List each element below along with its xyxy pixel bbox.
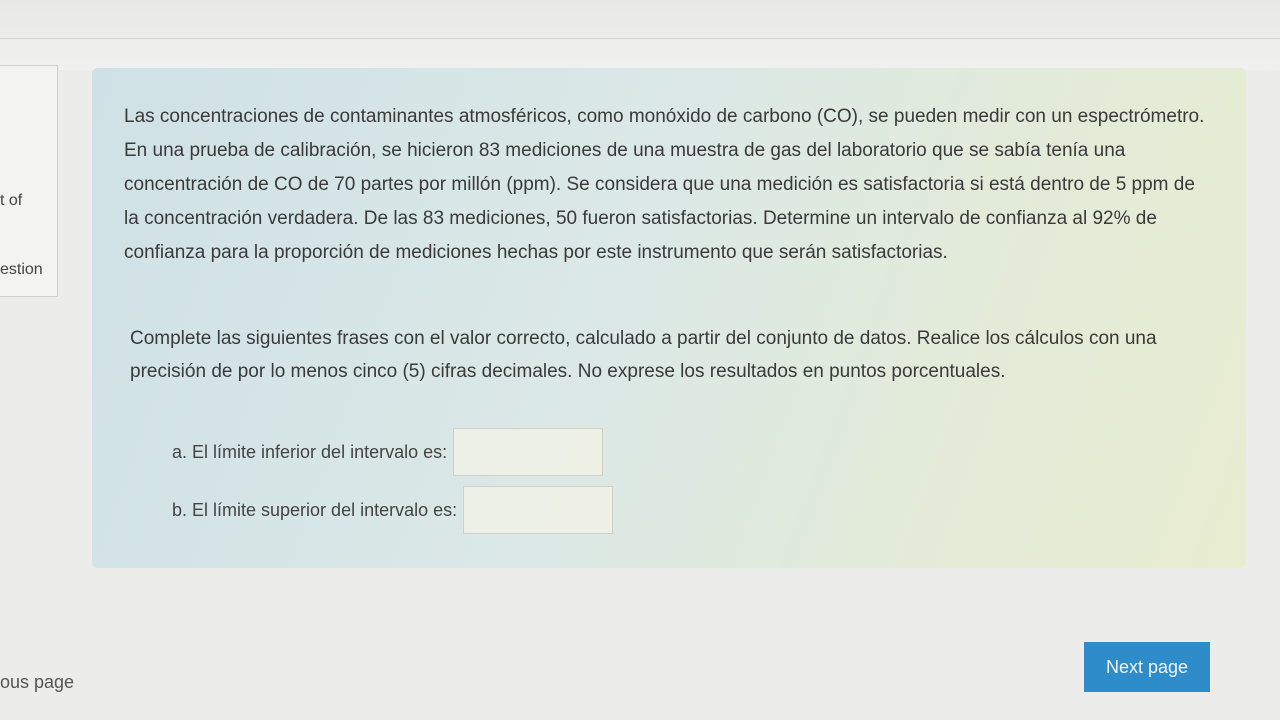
answer-row-a: a. El límite inferior del intervalo es: [172, 428, 604, 476]
answer-label-a: a. El límite inferior del intervalo es: [172, 441, 448, 462]
quiz-info-fragment-1: t of [0, 192, 23, 209]
lower-limit-input[interactable] [453, 428, 604, 476]
question-statement: Las concentraciones de contaminantes atm… [124, 106, 1205, 263]
answer-row-b: b. El límite superior del intervalo es: [172, 486, 614, 534]
browser-top-area [0, 0, 1280, 70]
quiz-info-fragment-2[interactable]: estion [0, 261, 43, 279]
upper-limit-input[interactable] [463, 486, 614, 534]
question-instructions: Complete las siguientes frases con el va… [130, 328, 1157, 382]
answer-label-b: b. El límite superior del intervalo es: [172, 499, 458, 520]
top-divider [0, 38, 1280, 39]
previous-page-link[interactable]: ous page [0, 672, 74, 693]
next-page-button[interactable]: Next page [1084, 642, 1210, 692]
